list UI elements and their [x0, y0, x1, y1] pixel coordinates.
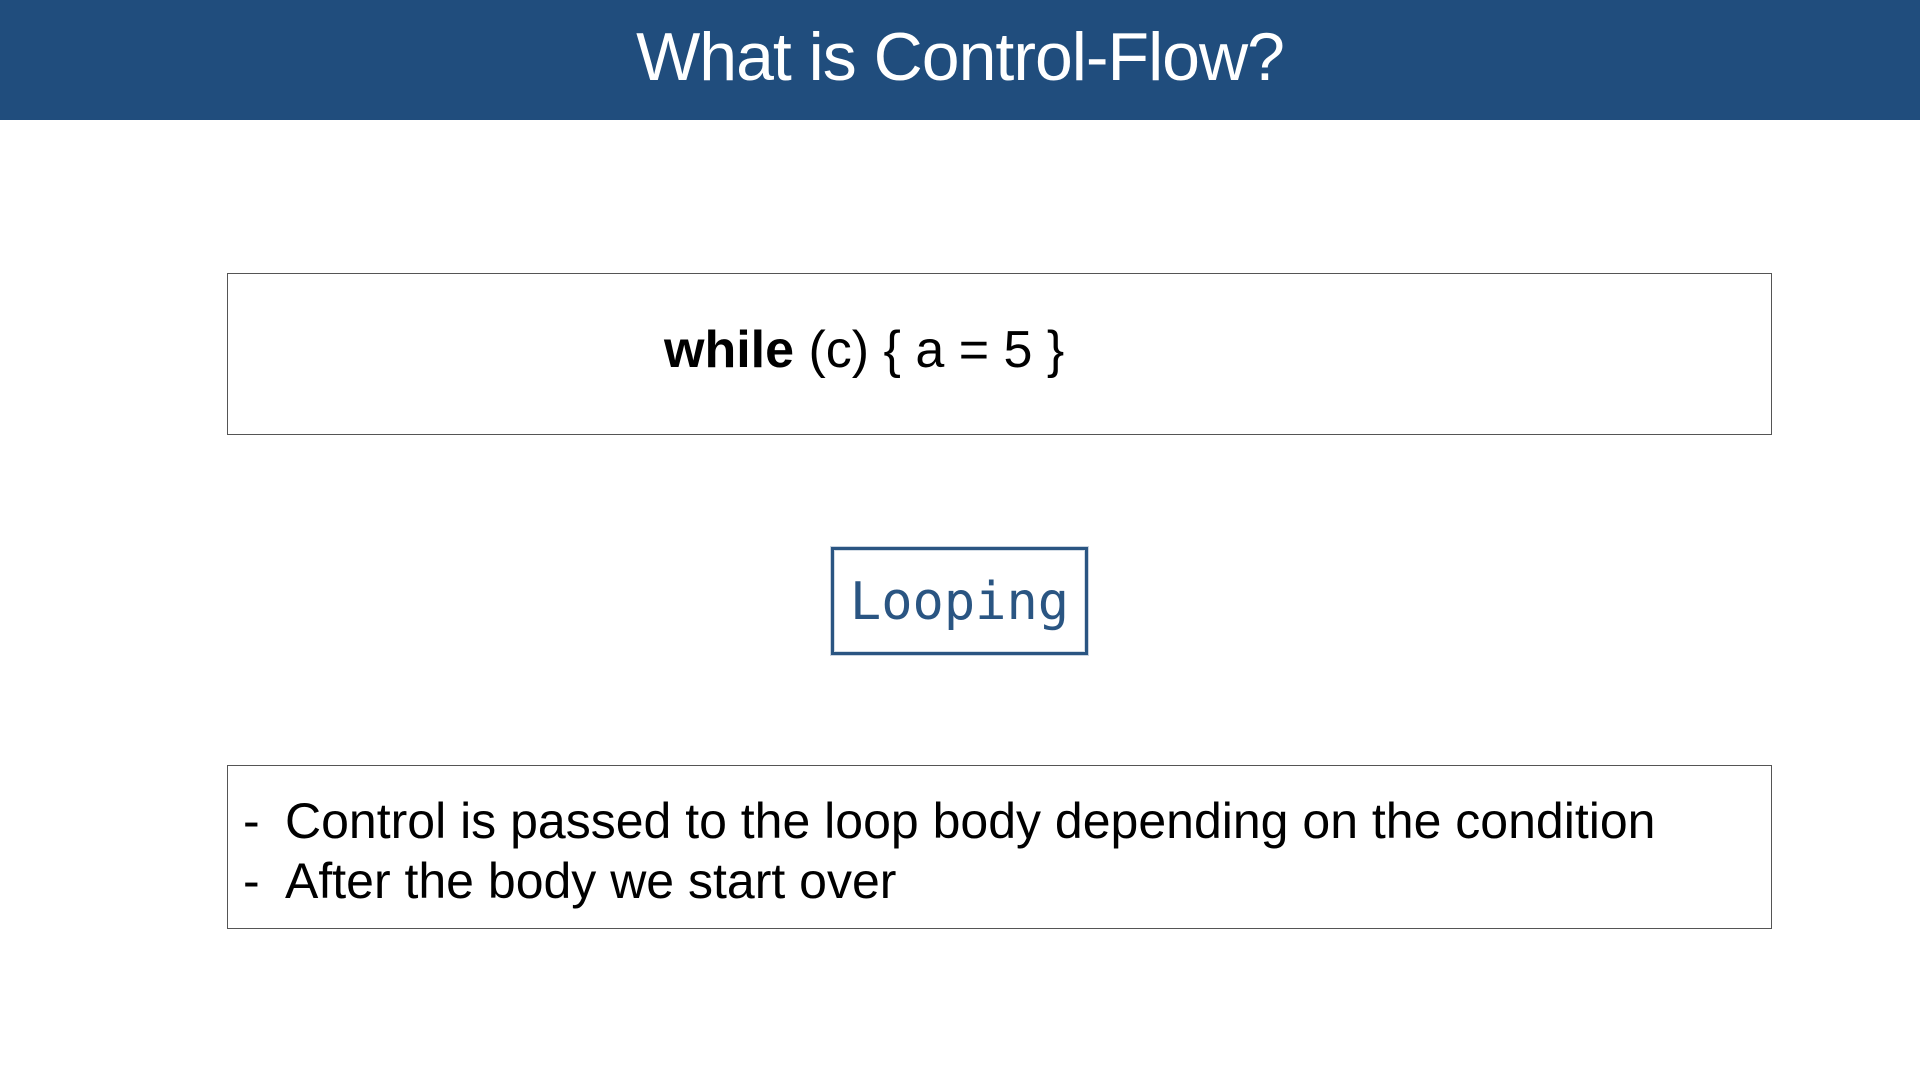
code-line: while (c) { a = 5 } [664, 324, 1064, 376]
looping-stamp: Looping [831, 547, 1088, 655]
list-item: - After the body we start over [228, 851, 1771, 911]
stamp-label: Looping [849, 572, 1070, 632]
list-item: - Control is passed to the loop body dep… [228, 791, 1771, 851]
code-box: while (c) { a = 5 } [227, 273, 1772, 435]
slide: What is Control-Flow? while (c) { a = 5 … [0, 0, 1920, 1080]
note-text: Control is passed to the loop body depen… [285, 793, 1656, 849]
bullet-dash: - [243, 853, 260, 909]
bullet-dash: - [243, 793, 260, 849]
notes-box: - Control is passed to the loop body dep… [227, 765, 1772, 929]
code-rest: (c) { a = 5 } [794, 321, 1065, 379]
slide-title: What is Control-Flow? [636, 19, 1285, 95]
note-text: After the body we start over [285, 853, 897, 909]
title-bar: What is Control-Flow? [0, 0, 1920, 120]
code-keyword: while [664, 321, 795, 379]
